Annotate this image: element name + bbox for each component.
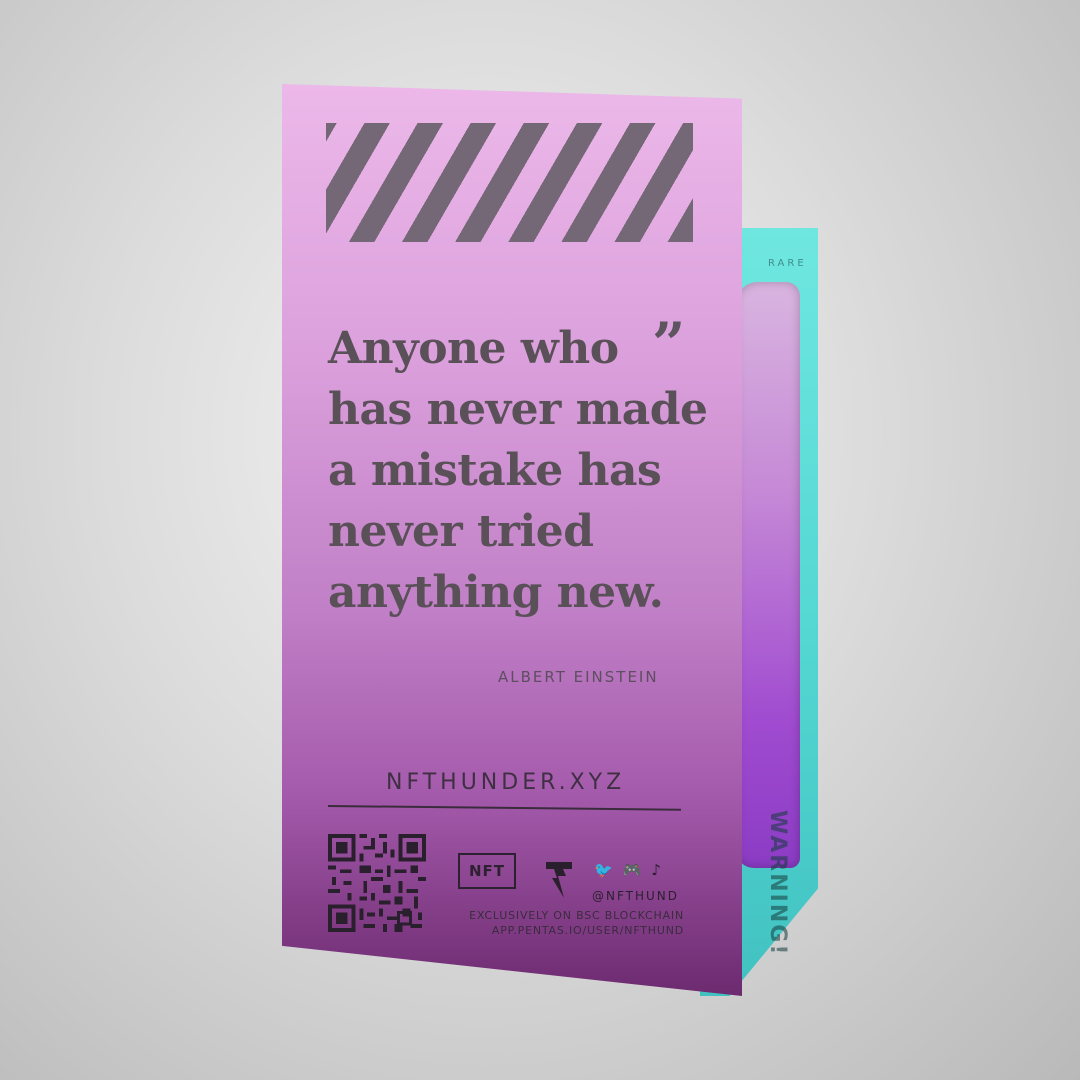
website-url: NFTHUNDER.XYZ [386, 770, 626, 795]
quote-line: has never made [328, 384, 708, 435]
quote-line: Anyone who [328, 323, 619, 374]
quote-line: a mistake has [328, 445, 662, 496]
social-icons: 🐦 🎮 ♪ [594, 861, 661, 879]
nft-badge: NFT [458, 853, 516, 889]
thunder-logo-icon [546, 862, 572, 898]
social-handle: @NFTHUND [592, 889, 680, 903]
quote-line: anything new. [328, 567, 664, 618]
quote-text: Anyone who has never made a mistake has … [328, 318, 708, 623]
marketplace-url: APP.PENTAS.IO/USER/NFTHUND [491, 924, 684, 937]
twitter-icon: 🐦 [594, 861, 613, 879]
side-warning-title: WARNING! [765, 810, 790, 957]
exclusive-line: EXCLUSIVELY ON BSC BLOCKCHAIN [469, 909, 684, 922]
side-top-label: RARE [768, 258, 807, 269]
product-scene: RARE WARNING! ” Anyone who has never mad… [0, 0, 1080, 1080]
quote-line: never tried [328, 506, 594, 557]
tiktok-icon: ♪ [651, 861, 661, 879]
box-side-window [736, 282, 800, 868]
hazard-stripes [326, 123, 693, 242]
quote-author: ALBERT EINSTEIN [498, 668, 659, 686]
side-warning: WARNING! [765, 810, 790, 956]
exclusive-note: EXCLUSIVELY ON BSC BLOCKCHAIN APP.PENTAS… [454, 908, 684, 938]
qr-code-icon [328, 834, 426, 932]
discord-icon: 🎮 [622, 861, 642, 879]
